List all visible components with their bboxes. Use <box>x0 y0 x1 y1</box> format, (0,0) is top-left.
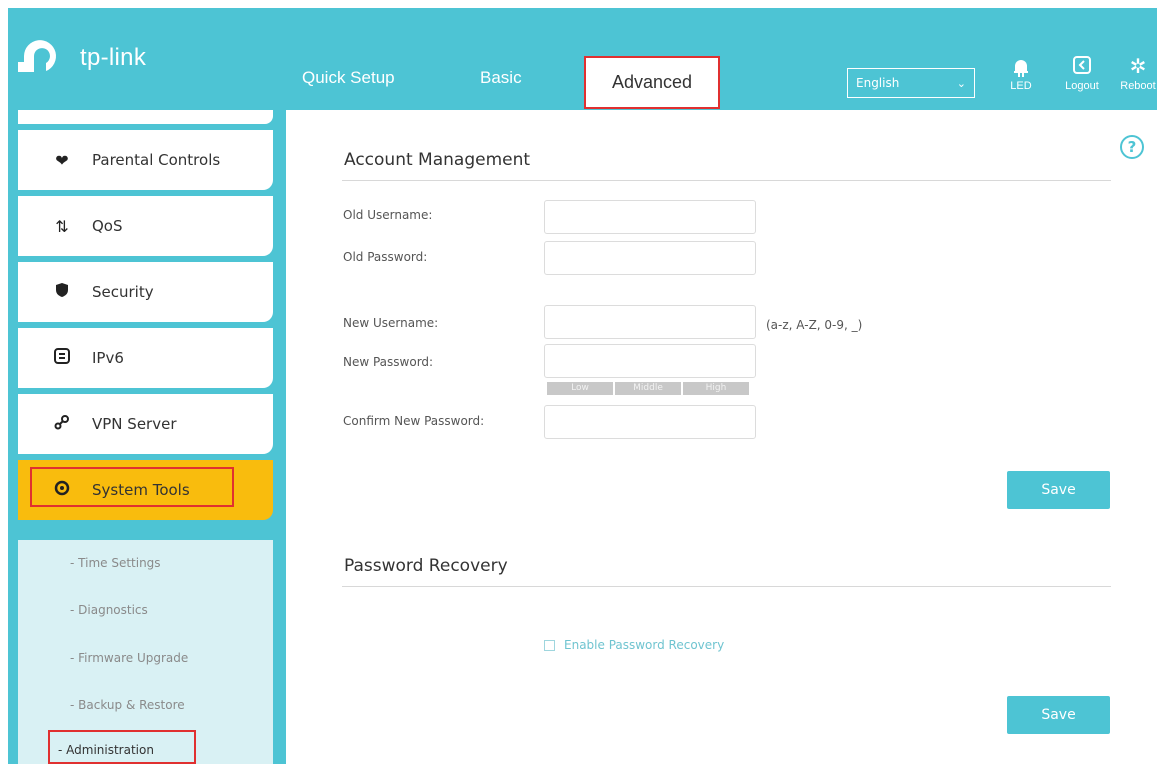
strength-high: High <box>683 382 749 395</box>
password-strength-meter: Low Middle High <box>547 382 751 395</box>
confirm-password-label: Confirm New Password: <box>343 414 485 428</box>
enable-password-recovery[interactable]: Enable Password Recovery <box>544 638 724 652</box>
submenu-backup-restore[interactable]: - Backup & Restore <box>70 698 185 712</box>
led-button[interactable]: LED <box>998 54 1044 92</box>
sidebar-item-label: Parental Controls <box>92 151 221 169</box>
logout-button[interactable]: Logout <box>1059 54 1105 92</box>
sidebar: ❤ Parental Controls ⇅ QoS Security IPv6 … <box>8 110 286 764</box>
tab-basic[interactable]: Basic <box>480 68 522 88</box>
help-icon[interactable]: ? <box>1120 135 1144 159</box>
account-management-title: Account Management <box>344 150 531 170</box>
tab-advanced-label: Advanced <box>611 72 693 92</box>
sidebar-item-label: IPv6 <box>92 349 124 367</box>
submenu-time-settings[interactable]: - Time Settings <box>70 556 161 570</box>
sidebar-item-vpn-server[interactable]: VPN Server <box>18 394 273 454</box>
administration-highlight <box>48 730 196 764</box>
brand-name: tp-link <box>80 44 147 71</box>
led-icon <box>998 54 1044 80</box>
password-recovery-title: Password Recovery <box>344 556 508 576</box>
sidebar-item-label: VPN Server <box>92 415 177 433</box>
old-password-label: Old Password: <box>343 250 428 264</box>
logout-label: Logout <box>1065 80 1099 92</box>
heart-icon: ❤ <box>55 150 69 170</box>
sidebar-item-ipv6[interactable]: IPv6 <box>18 328 273 388</box>
system-tools-highlight <box>30 467 234 507</box>
arrows-updown-icon: ⇅ <box>55 216 69 236</box>
old-username-label: Old Username: <box>343 208 433 222</box>
new-username-label: New Username: <box>343 316 439 330</box>
confirm-password-input[interactable] <box>544 405 756 439</box>
new-password-label: New Password: <box>343 355 434 369</box>
recovery-save-button[interactable]: Save <box>1007 696 1110 734</box>
tab-advanced[interactable]: Advanced <box>584 56 720 109</box>
led-label: LED <box>1010 80 1032 92</box>
reboot-icon: ✲ <box>1129 56 1147 78</box>
shield-icon <box>50 282 74 302</box>
new-password-input[interactable] <box>544 344 756 378</box>
submenu-firmware-upgrade[interactable]: - Firmware Upgrade <box>70 651 188 665</box>
chevron-down-icon: ⌄ <box>956 76 966 90</box>
sidebar-item-label: Security <box>92 283 154 301</box>
language-value: English <box>856 76 900 90</box>
top-header: tp-link Quick Setup Basic Advanced Engli… <box>8 8 1157 110</box>
reboot-label: Reboot <box>1120 80 1156 92</box>
divider <box>342 586 1111 587</box>
vpn-key-icon <box>50 414 74 434</box>
new-username-input[interactable] <box>544 305 756 339</box>
system-tools-submenu: - Time Settings - Diagnostics - Firmware… <box>18 540 273 764</box>
recovery-checkbox[interactable] <box>544 639 555 651</box>
username-hint: (a-z, A-Z, 0-9, _) <box>766 318 863 332</box>
logout-icon <box>1059 54 1105 80</box>
tab-quick-setup[interactable]: Quick Setup <box>302 68 395 88</box>
recovery-checkbox-label: Enable Password Recovery <box>564 638 725 652</box>
ipv6-icon <box>50 348 74 368</box>
sidebar-item-security[interactable]: Security <box>18 262 273 322</box>
sidebar-item-partial[interactable] <box>18 110 273 124</box>
submenu-diagnostics[interactable]: - Diagnostics <box>70 603 148 617</box>
old-username-input[interactable] <box>544 200 756 234</box>
old-password-input[interactable] <box>544 241 756 275</box>
reboot-button[interactable]: ✲ Reboot <box>1115 54 1157 92</box>
account-save-button[interactable]: Save <box>1007 471 1110 509</box>
sidebar-item-parental-controls[interactable]: ❤ Parental Controls <box>18 130 273 190</box>
sidebar-item-label: QoS <box>92 217 123 235</box>
language-select[interactable]: English ⌄ <box>847 68 975 98</box>
sidebar-item-qos[interactable]: ⇅ QoS <box>18 196 273 256</box>
divider <box>342 180 1111 181</box>
strength-low: Low <box>547 382 613 395</box>
strength-middle: Middle <box>615 382 681 395</box>
tp-link-logo-icon <box>18 40 56 72</box>
tp-link-logo: tp-link <box>16 36 146 80</box>
